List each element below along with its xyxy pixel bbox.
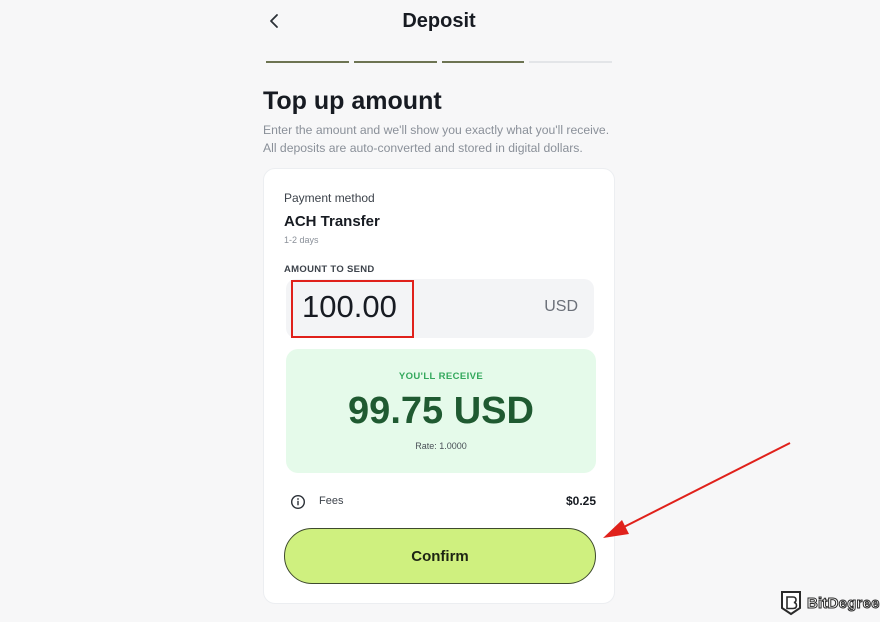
receive-value: 99.75 USD	[348, 390, 534, 432]
progress-step	[353, 61, 437, 63]
fees-value: $0.25	[565, 494, 596, 508]
watermark: BitDegree	[780, 588, 880, 618]
watermark-text: BitDegree	[807, 594, 880, 612]
page-subtitle: Enter the amount and we'll show you exac…	[263, 123, 610, 155]
receive-panel: YOU'LL RECEIVE 99.75 USD Rate: 1.0000	[286, 349, 596, 473]
payment-method-value[interactable]: ACH Transfer	[284, 213, 380, 230]
progress-step	[529, 61, 612, 63]
fees-row: Fees $0.25	[290, 493, 596, 511]
payment-method-eta: 1-2 days	[284, 235, 319, 245]
page-title: Top up amount	[263, 87, 442, 115]
arrow-annotation	[603, 442, 791, 538]
receive-label: YOU'LL RECEIVE	[398, 371, 484, 382]
progress-step	[266, 61, 349, 63]
fees-label: Fees	[319, 495, 344, 507]
progress-step	[441, 61, 525, 63]
payment-method-label: Payment method	[284, 191, 375, 205]
info-icon[interactable]	[290, 494, 306, 510]
amount-label: AMOUNT TO SEND	[284, 264, 375, 275]
deposit-card: Payment method ACH Transfer 1-2 days AMO…	[263, 168, 615, 604]
bitdegree-logo-icon	[781, 591, 801, 616]
amount-input[interactable]: 100.00 USD	[286, 279, 594, 338]
confirm-button[interactable]: Confirm	[284, 528, 596, 584]
progress-steps	[266, 61, 612, 63]
amount-highlight-annotation	[291, 280, 414, 338]
amount-currency: USD	[544, 298, 578, 315]
exchange-rate: Rate: 1.0000	[415, 441, 467, 451]
header-title: Deposit	[402, 10, 476, 32]
